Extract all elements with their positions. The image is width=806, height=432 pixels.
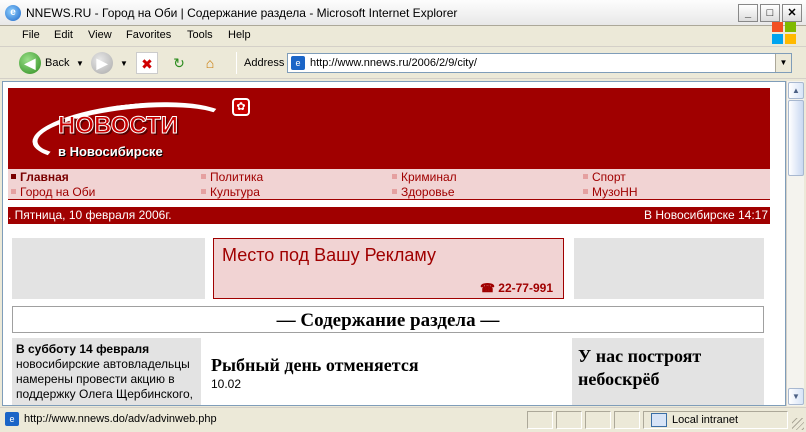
ad-title: Место под Вашу Рекламу bbox=[222, 245, 436, 265]
address-label: Address bbox=[244, 57, 285, 69]
windows-logo-icon bbox=[772, 22, 798, 46]
section-title: — Содержание раздела — bbox=[276, 310, 500, 331]
left-news-column: В субботу 14 февраля новосибирские автов… bbox=[12, 338, 201, 405]
address-dropdown-icon[interactable]: ▼ bbox=[775, 54, 791, 72]
title-bar: e NNEWS.RU - Город на Оби | Содержание р… bbox=[0, 0, 806, 26]
site-header: НОВОСТИ в Новосибирске ✿ bbox=[8, 88, 770, 171]
page-icon: e bbox=[291, 56, 305, 70]
nav-label: МузоНН bbox=[592, 185, 638, 199]
home-icon[interactable]: ⌂ bbox=[199, 52, 221, 74]
bullet-icon bbox=[392, 174, 397, 180]
address-bar[interactable]: e http://www.nnews.ru/2006/2/9/city/ ▼ bbox=[287, 53, 792, 73]
local-time: В Новосибирске 14:17 bbox=[644, 208, 768, 222]
page-viewport: НОВОСТИ в Новосибирске ✿ Главная Город н… bbox=[2, 81, 786, 406]
nav-label: Город на Оби bbox=[20, 185, 96, 199]
menu-help[interactable]: Help bbox=[228, 29, 251, 41]
stop-icon[interactable]: ✖ bbox=[136, 52, 158, 74]
maximize-button[interactable]: □ bbox=[760, 4, 780, 22]
menu-bar: File Edit View Favorites Tools Help bbox=[0, 26, 806, 47]
nav-item-sport[interactable]: Спорт bbox=[583, 170, 626, 184]
left-news-headline[interactable]: В субботу 14 февраля bbox=[16, 342, 149, 356]
status-text: http://www.nnews.do/adv/advinweb.php bbox=[24, 413, 217, 425]
status-panel bbox=[556, 411, 582, 429]
minimize-button[interactable]: _ bbox=[738, 4, 758, 22]
nav-label: Главная bbox=[20, 170, 69, 184]
date-bar: . Пятница, 10 февраля 2006г. В Новосибир… bbox=[8, 207, 770, 224]
site-logo-subtitle[interactable]: в Новосибирске bbox=[58, 144, 163, 159]
nav-label: Политика bbox=[210, 170, 264, 184]
toolbar-separator bbox=[236, 52, 237, 74]
banner-left bbox=[12, 238, 205, 299]
nav-item-main[interactable]: Главная bbox=[11, 170, 69, 184]
nav-item-crime[interactable]: Криминал bbox=[392, 170, 457, 184]
refresh-icon[interactable]: ↻ bbox=[168, 52, 190, 74]
right-news-column: У нас построят небоскрёб bbox=[572, 338, 764, 405]
status-panel bbox=[585, 411, 611, 429]
bullet-icon bbox=[11, 189, 16, 195]
left-news-text: новосибирские автовладельцы намерены про… bbox=[16, 357, 193, 401]
nav-item-music[interactable]: МузоНН bbox=[583, 185, 638, 199]
status-bar: e http://www.nnews.do/adv/advinweb.php L… bbox=[0, 407, 806, 432]
forward-dropdown-icon[interactable]: ▼ bbox=[120, 59, 128, 68]
bullet-icon bbox=[201, 174, 206, 180]
intranet-zone-icon bbox=[651, 413, 667, 427]
nav-item-culture[interactable]: Культура bbox=[201, 185, 260, 199]
scroll-up-icon[interactable]: ▲ bbox=[788, 82, 804, 99]
ie-icon: e bbox=[5, 5, 21, 21]
menu-favorites[interactable]: Favorites bbox=[126, 29, 171, 41]
right-news-title[interactable]: У нас построят небоскрёб bbox=[578, 345, 758, 391]
bullet-icon bbox=[583, 174, 588, 180]
address-url[interactable]: http://www.nnews.ru/2006/2/9/city/ bbox=[310, 57, 477, 69]
back-label[interactable]: Back bbox=[45, 57, 69, 69]
nav-label: Криминал bbox=[401, 170, 457, 184]
menu-file[interactable]: File bbox=[22, 29, 40, 41]
status-panel bbox=[527, 411, 553, 429]
page-icon: e bbox=[5, 412, 19, 426]
main-news-column: Рыбный день отменяется 10.02 bbox=[205, 338, 566, 405]
bullet-icon bbox=[392, 189, 397, 195]
nav-item-health[interactable]: Здоровье bbox=[392, 185, 455, 199]
menu-view[interactable]: View bbox=[88, 29, 112, 41]
bullet-icon bbox=[201, 189, 206, 195]
nav-item-politics[interactable]: Политика bbox=[201, 170, 263, 184]
resize-grip-icon[interactable] bbox=[792, 418, 804, 430]
main-nav: Главная Город на Оби Политика Культура К… bbox=[8, 169, 770, 200]
scroll-down-icon[interactable]: ▼ bbox=[788, 388, 804, 405]
window-title: NNEWS.RU - Город на Оби | Содержание раз… bbox=[26, 6, 458, 20]
nav-label: Культура bbox=[210, 185, 260, 199]
banner-right bbox=[574, 238, 764, 299]
main-news-date: 10.02 bbox=[211, 377, 242, 391]
ad-phone: ☎ 22-77-991 bbox=[480, 281, 553, 295]
current-date: . Пятница, 10 февраля 2006г. bbox=[8, 208, 172, 222]
status-panel bbox=[614, 411, 640, 429]
site-logo[interactable]: НОВОСТИ bbox=[57, 112, 178, 140]
emblem-icon[interactable]: ✿ bbox=[232, 98, 250, 116]
scroll-thumb[interactable] bbox=[788, 100, 804, 176]
back-dropdown-icon[interactable]: ▼ bbox=[76, 59, 84, 68]
nav-label: Здоровье bbox=[401, 185, 455, 199]
menu-edit[interactable]: Edit bbox=[54, 29, 73, 41]
bullet-icon bbox=[583, 189, 588, 195]
close-button[interactable]: ✕ bbox=[782, 4, 802, 22]
section-header: — Содержание раздела — bbox=[12, 306, 764, 333]
bullet-icon bbox=[11, 174, 16, 180]
menu-tools[interactable]: Tools bbox=[187, 29, 213, 41]
nav-label: Спорт bbox=[592, 170, 626, 184]
forward-arrow-icon[interactable]: ▶ bbox=[91, 52, 113, 74]
ad-banner[interactable]: Место под Вашу Рекламу ☎ 22-77-991 bbox=[213, 238, 564, 299]
back-arrow-icon[interactable]: ◀ bbox=[19, 52, 41, 74]
nav-item-city[interactable]: Город на Оби bbox=[11, 185, 95, 199]
vertical-scrollbar[interactable]: ▲ ▼ bbox=[786, 81, 804, 406]
security-zone: Local intranet bbox=[672, 414, 739, 426]
main-news-title[interactable]: Рыбный день отменяется bbox=[211, 355, 419, 376]
